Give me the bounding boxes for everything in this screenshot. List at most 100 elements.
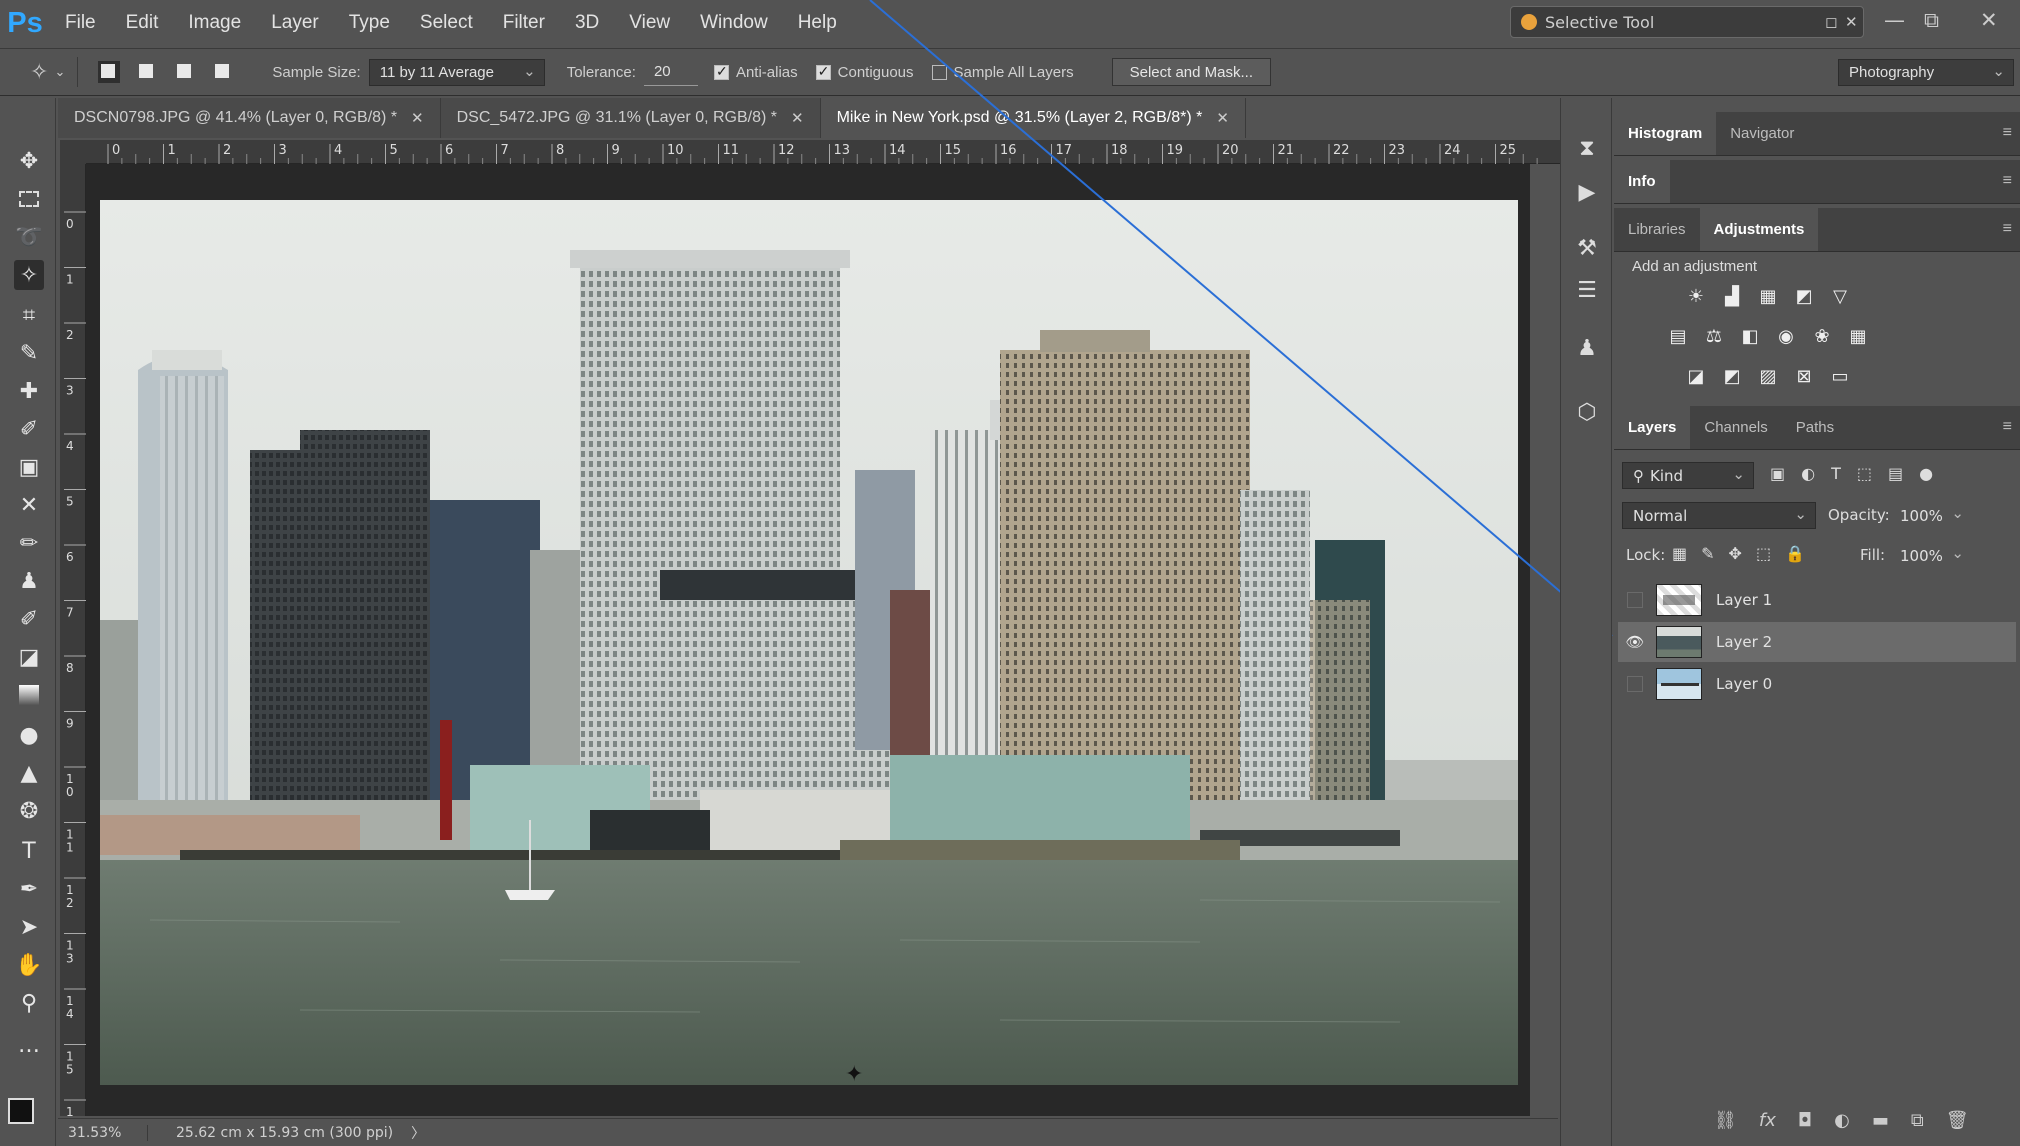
vibrance-icon[interactable]: ▽ [1828,284,1852,308]
fill-input[interactable]: 100% ⌄ [1890,542,1972,569]
lock-all-icon[interactable]: 🔒 [1785,544,1805,563]
blend-mode-dropdown[interactable]: Normal ⌄ [1622,502,1816,529]
tab-channels[interactable]: Channels [1690,406,1781,449]
close-window-icon[interactable]: ✕ [1980,8,1998,32]
clone-stamp-tool-icon[interactable]: ▣ [14,452,44,482]
add-selection-icon[interactable] [136,61,158,83]
new-layer-icon[interactable]: ⧉ [1911,1110,1924,1131]
tolerance-input[interactable]: 20 [643,59,698,86]
brush-settings-icon[interactable]: ⚒ [1573,234,1601,262]
move-tool-icon[interactable]: ✥ [14,146,44,176]
posterize-icon[interactable]: ◩ [1720,364,1744,388]
more-tools-icon[interactable]: … [14,1030,44,1060]
tab-info[interactable]: Info [1614,160,1670,203]
eye-icon[interactable]: 👁 [1624,631,1646,653]
minimize-icon[interactable]: — [1884,8,1905,32]
select-and-mask-button[interactable]: Select and Mask... [1111,58,1271,86]
document-image[interactable] [100,200,1518,1085]
path-select-tool-icon[interactable]: ➤ [14,912,44,942]
chevron-down-icon[interactable]: ⌄ [54,64,65,80]
menu-filter[interactable]: Filter [488,12,560,34]
tab-libraries[interactable]: Libraries [1614,208,1700,251]
actions-play-icon[interactable]: ▶ [1573,178,1601,206]
lock-transparent-icon[interactable]: ▦ [1672,544,1687,563]
horizontal-ruler[interactable]: 0 1 2 3 4 5 6 7 8 9 10 11 12 13 14 15 16 17 18 19 20 21 22 23 24… [86,140,1576,164]
new-selection-icon[interactable] [98,61,121,83]
anti-alias-checkbox[interactable] [713,63,729,80]
subtract-selection-icon[interactable] [174,61,196,83]
clone-source-icon[interactable]: ♟ [1573,334,1601,362]
lock-pixels-icon[interactable]: ✎ [1701,544,1714,563]
eyedropper-tool-icon[interactable]: ✎ [14,338,44,368]
menu-file[interactable]: File [50,12,111,34]
tab-layers[interactable]: Layers [1614,406,1691,449]
pencil-tool-icon[interactable]: ✏ [14,528,44,558]
link-layers-icon[interactable]: ⛓ [1714,1110,1737,1131]
add-mask-icon[interactable]: ◘ [1798,1110,1812,1131]
history-icon[interactable]: ⧗ [1573,134,1601,162]
shape-filter-icon[interactable]: ⬚ [1857,464,1872,483]
layer-filter-kind[interactable]: ⚲ Kind ⌄ [1622,462,1754,489]
menu-3d[interactable]: 3D [560,12,614,34]
magic-wand-tool-icon[interactable]: ✧ [14,260,44,290]
delete-layer-icon[interactable]: 🗑 [1946,1110,1969,1131]
crop-tool-icon[interactable]: ⌗ [14,300,44,330]
menu-type[interactable]: Type [334,12,405,34]
foreground-color-swatch[interactable] [8,1098,34,1124]
curves-icon[interactable]: ▦ [1756,284,1780,308]
panel-menu-icon[interactable]: ≡ [2003,124,2012,142]
type-tool-icon[interactable]: T [14,836,44,866]
tab-dscn0798[interactable]: DSCN0798.JPG @ 41.4% (Layer 0, RGB/8) * ✕ [58,98,441,138]
invert-icon[interactable]: ◪ [1684,364,1708,388]
panel-menu-icon[interactable]: ≡ [2003,418,2012,436]
3d-cube-icon[interactable]: ⬡ [1573,398,1601,426]
smart-object-filter-icon[interactable]: ▤ [1888,464,1903,483]
lock-artboard-icon[interactable]: ⬚ [1756,544,1771,563]
menu-edit[interactable]: Edit [111,12,174,34]
magic-wand-preset-icon[interactable]: ✧ [30,59,48,85]
exposure-icon[interactable]: ◩ [1792,284,1816,308]
gradient-map-icon[interactable]: ▭ [1828,364,1852,388]
tab-navigator[interactable]: Navigator [1716,112,1808,155]
brush-tool-icon[interactable]: ✐ [14,414,44,444]
channel-mixer-icon[interactable]: ❀ [1810,324,1834,348]
contiguous-checkbox[interactable] [815,63,831,80]
restore-window-icon[interactable]: ⧉ [1924,8,1939,33]
history-brush-tool-icon[interactable]: ✕ [14,490,44,520]
workspace-dropdown[interactable]: Photography ⌄ [1838,58,2014,86]
healing-brush-tool-icon[interactable]: ✚ [14,376,44,406]
marquee-tool-icon[interactable] [14,184,44,214]
brightness-icon[interactable]: ☀ [1684,284,1708,308]
panel-menu-icon[interactable]: ≡ [2003,172,2012,190]
pixel-filter-icon[interactable]: ▣ [1770,464,1785,483]
menu-help[interactable]: Help [783,12,852,34]
tab-mike-in-new-york[interactable]: Mike in New York.psd @ 31.5% (Layer 2, R… [820,98,1246,138]
smudge-tool-icon[interactable]: ✐ [14,604,44,634]
close-icon[interactable]: ✕ [1845,13,1858,31]
close-icon[interactable]: ✕ [411,109,424,127]
tab-histogram[interactable]: Histogram [1614,112,1717,155]
menu-layer[interactable]: Layer [256,12,334,34]
vertical-ruler[interactable]: 012345678910111213141516 [60,164,86,1116]
threshold-icon[interactable]: ▨ [1756,364,1780,388]
filter-toggle-icon[interactable]: ● [1919,464,1933,483]
menu-image[interactable]: Image [173,12,256,34]
new-adjustment-layer-icon[interactable]: ◐ [1834,1110,1850,1131]
visibility-toggle[interactable] [1627,676,1643,692]
hue-saturation-icon[interactable]: ▤ [1666,324,1690,348]
lock-position-icon[interactable]: ✥ [1729,544,1742,563]
sample-size-dropdown[interactable]: 11 by 11 Average ⌄ [368,58,545,86]
gradient-tool-icon[interactable] [14,680,44,710]
tab-adjustments[interactable]: Adjustments [1699,208,1819,251]
selective-tool-window[interactable]: Selective Tool ◻ ✕ [1510,6,1864,38]
opacity-input[interactable]: 100% ⌄ [1890,502,1972,529]
close-icon[interactable]: ✕ [791,109,804,127]
levels-icon[interactable]: ▟ [1720,284,1744,308]
zoom-tool-icon[interactable]: ⚲ [14,988,44,1018]
lasso-tool-icon[interactable]: ➰ [14,222,44,252]
panel-menu-icon[interactable]: ≡ [2003,220,2012,238]
menu-view[interactable]: View [614,12,685,34]
menu-select[interactable]: Select [405,12,488,34]
new-group-icon[interactable]: ▬ [1872,1110,1889,1131]
color-balance-icon[interactable]: ⚖ [1702,324,1726,348]
